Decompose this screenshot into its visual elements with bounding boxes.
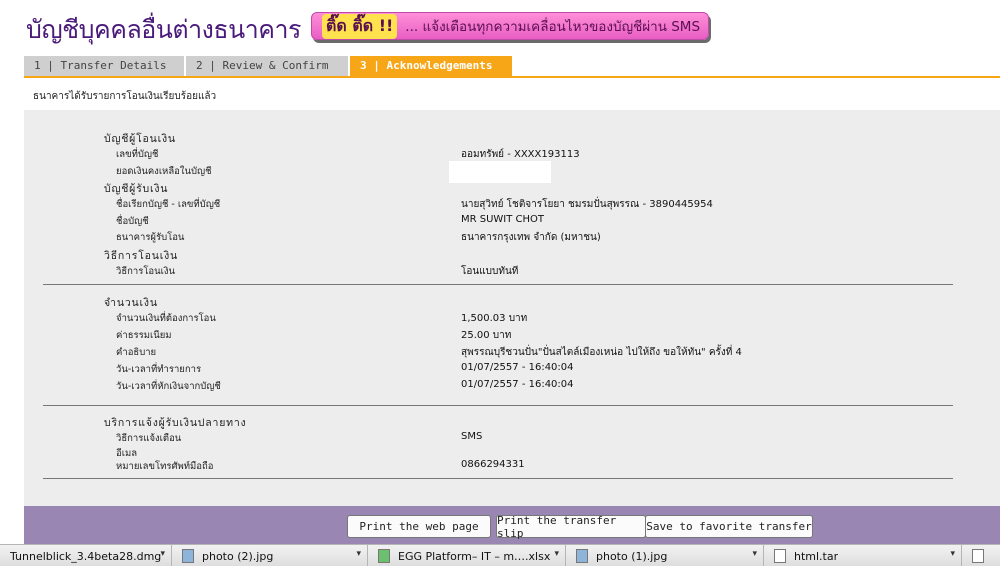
description-value: สุพรรณบุรีชวนปั่น"ปั่นสไตล์เมืองเหน่อ ไป… <box>461 347 742 358</box>
payee-bank-label: ธนาคารผู้รับโอน <box>116 232 185 243</box>
from-account-label: เลขที่บัญชี <box>116 149 159 160</box>
page-title: บัญชีบุคคลอื่นต่างธนาคาร <box>26 15 301 44</box>
download-item[interactable]: html.tar ▾ <box>764 545 962 566</box>
download-name: html.tar <box>794 549 839 563</box>
file-icon <box>972 549 984 563</box>
transfer-method-heading: วิธีการโอนเงิน <box>104 250 179 262</box>
download-item[interactable]: Tunnelblick_3.4beta28.dmg ▾ <box>0 545 172 566</box>
print-slip-button[interactable]: Print the transfer slip <box>496 514 646 540</box>
download-name: photo (1).jpg <box>596 549 668 563</box>
balance-label: ยอดเงินคงเหลือในบัญชี <box>116 166 212 177</box>
payee-name-account-value: นายสุวิทย์ โชติจารโยยา ชมรมปั่นสุพรรณ - … <box>461 199 713 210</box>
transfer-method-label: วิธีการโอนเงิน <box>116 266 176 277</box>
download-name: EGG Platform– IT – m….xlsx <box>398 549 551 563</box>
success-notice: ธนาคารได้รับรายการโอนเงินเรียบร้อยแล้ว <box>33 91 217 102</box>
download-item-partial[interactable] <box>962 545 1000 566</box>
download-item[interactable]: photo (1).jpg ▾ <box>566 545 764 566</box>
to-account-heading: บัญชีผู้รับเงิน <box>104 183 169 195</box>
notify-method-value: SMS <box>461 431 483 442</box>
notify-heading: บริการแจ้งผู้รับเงินปลายทาง <box>104 417 247 429</box>
balance-mask <box>449 161 551 183</box>
fee-value: 25.00 บาท <box>461 330 512 341</box>
download-item[interactable]: photo (2).jpg ▾ <box>172 545 368 566</box>
dropdown-arrow-icon[interactable]: ▾ <box>752 549 757 559</box>
tab-transfer-details[interactable]: 1 | Transfer Details <box>24 56 184 76</box>
dropdown-arrow-icon[interactable]: ▾ <box>950 549 955 559</box>
phone-value: 0866294331 <box>461 459 525 470</box>
tab-review-confirm[interactable]: 2 | Review & Confirm <box>186 56 348 76</box>
amount-value: 1,500.03 บาท <box>461 313 528 324</box>
fee-label: ค่าธรรมเนียม <box>116 330 172 341</box>
tab-acknowledgements[interactable]: 3 | Acknowledgements <box>350 56 512 76</box>
print-page-button[interactable]: Print the web page <box>347 515 491 538</box>
section-divider <box>43 478 953 479</box>
amount-label: จำนวนเงินที่ต้องการโอน <box>116 313 216 324</box>
image-file-icon <box>576 549 588 563</box>
transaction-time-value: 01/07/2557 - 16:40:04 <box>461 362 574 373</box>
download-name: photo (2).jpg <box>202 549 274 563</box>
from-account-heading: บัญชีผู้โอนเงิน <box>104 133 176 145</box>
amount-heading: จำนวนเงิน <box>104 297 158 309</box>
transaction-time-label: วัน-เวลาที่ทำรายการ <box>116 364 202 375</box>
phone-label: หมายเลขโทรศัพท์มือถือ <box>116 461 214 472</box>
download-item[interactable]: EGG Platform– IT – m….xlsx ▾ <box>368 545 566 566</box>
downloads-bar: Tunnelblick_3.4beta28.dmg ▾ photo (2).jp… <box>0 544 1000 566</box>
transfer-summary-panel: บัญชีผู้โอนเงิน เลขที่บัญชี ออมทรัพย์ - … <box>24 110 1000 506</box>
excel-file-icon <box>378 549 390 563</box>
archive-file-icon <box>774 549 786 563</box>
debit-time-label: วัน-เวลาที่หักเงินจากบัญชี <box>116 381 221 392</box>
download-name: Tunnelblick_3.4beta28.dmg <box>10 549 162 563</box>
banner-tag: ติ๊ด ติ๊ด !! <box>322 13 398 39</box>
save-favorite-button[interactable]: Save to favorite transfer <box>645 515 813 538</box>
description-label: คำอธิบาย <box>116 347 157 358</box>
section-divider <box>43 284 953 285</box>
from-account-value: ออมทรัพย์ - XXXX193113 <box>461 149 580 160</box>
notify-method-label: วิธีการแจ้งเตือน <box>116 433 182 444</box>
sms-alert-banner[interactable]: ติ๊ด ติ๊ด !! ... แจ้งเตือนทุกความเคลื่อน… <box>311 12 709 40</box>
step-tabs: 1 | Transfer Details 2 | Review & Confir… <box>24 56 1000 78</box>
section-divider <box>43 405 953 406</box>
account-name-value: MR SUWIT CHOT <box>461 214 545 225</box>
image-file-icon <box>182 549 194 563</box>
account-name-label: ชื่อบัญชี <box>116 216 149 227</box>
dropdown-arrow-icon[interactable]: ▾ <box>356 549 361 559</box>
dropdown-arrow-icon[interactable]: ▾ <box>554 549 559 559</box>
dropdown-arrow-icon[interactable]: ▾ <box>160 549 165 559</box>
payee-name-account-label: ชื่อเรียกบัญชี - เลขที่บัญชี <box>116 199 221 210</box>
debit-time-value: 01/07/2557 - 16:40:04 <box>461 379 574 390</box>
banner-text: ... แจ้งเตือนทุกความเคลื่อนไหวของบัญชีผ่… <box>405 19 701 35</box>
payee-bank-value: ธนาคารกรุงเทพ จำกัด (มหาชน) <box>461 232 601 243</box>
transfer-method-value: โอนแบบทันที <box>461 266 519 277</box>
action-bar: Print the web page Print the transfer sl… <box>24 506 1000 544</box>
